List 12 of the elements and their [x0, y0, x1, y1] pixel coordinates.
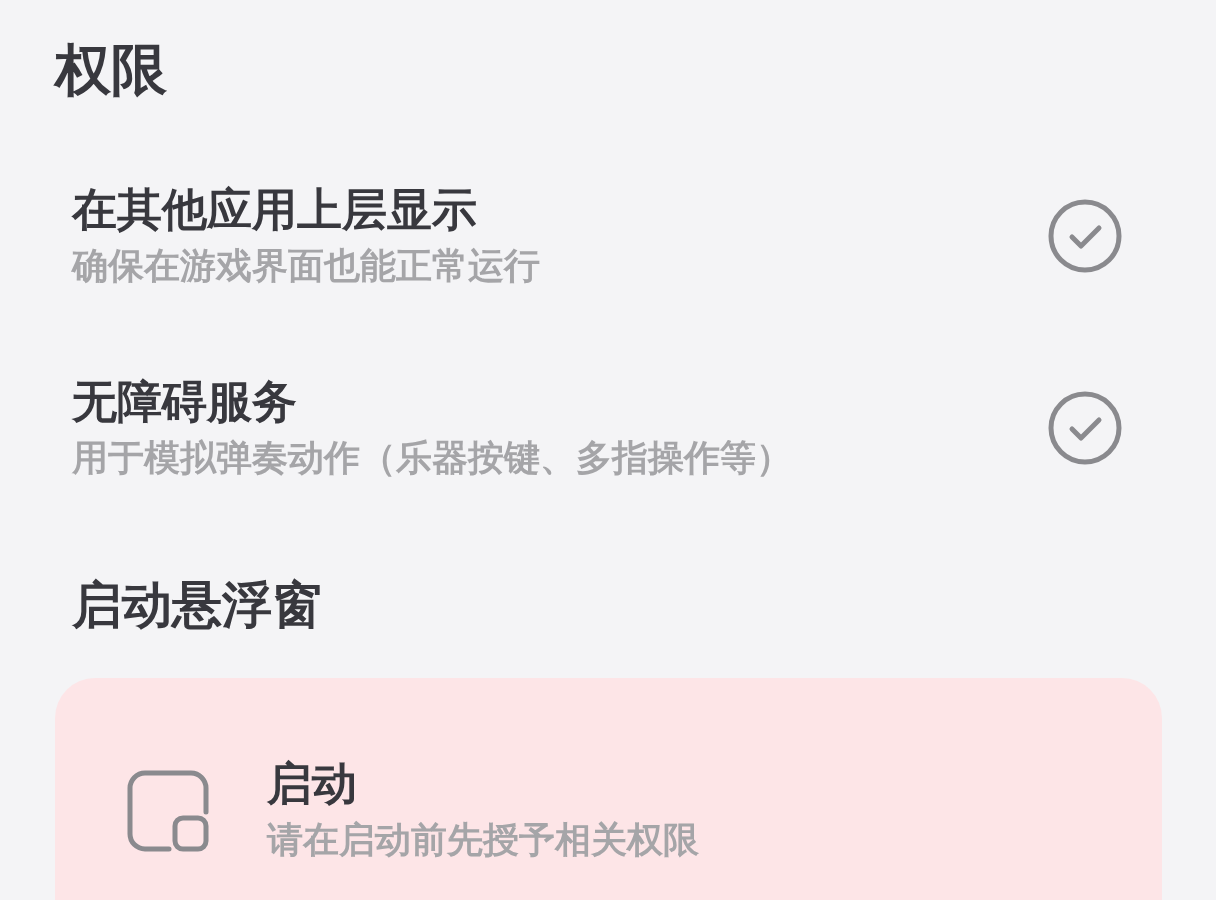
section-title: 权限	[55, 36, 168, 104]
card-description: 请在启动前先授予相关权限	[267, 818, 699, 862]
check-circle-icon[interactable]	[1048, 199, 1122, 273]
card-title: 启动	[267, 756, 358, 812]
launch-card[interactable]: 启动 请在启动前先授予相关权限	[55, 678, 1162, 900]
section-title: 启动悬浮窗	[71, 575, 323, 636]
permission-title: 无障碍服务	[72, 374, 298, 430]
permission-title: 在其他应用上层显示	[72, 182, 478, 238]
window-icon	[127, 770, 209, 852]
check-circle-icon[interactable]	[1048, 391, 1122, 465]
permission-description: 用于模拟弹奏动作（乐器按键、多指操作等）	[72, 436, 792, 480]
permission-description: 确保在游戏界面也能正常运行	[72, 244, 540, 288]
